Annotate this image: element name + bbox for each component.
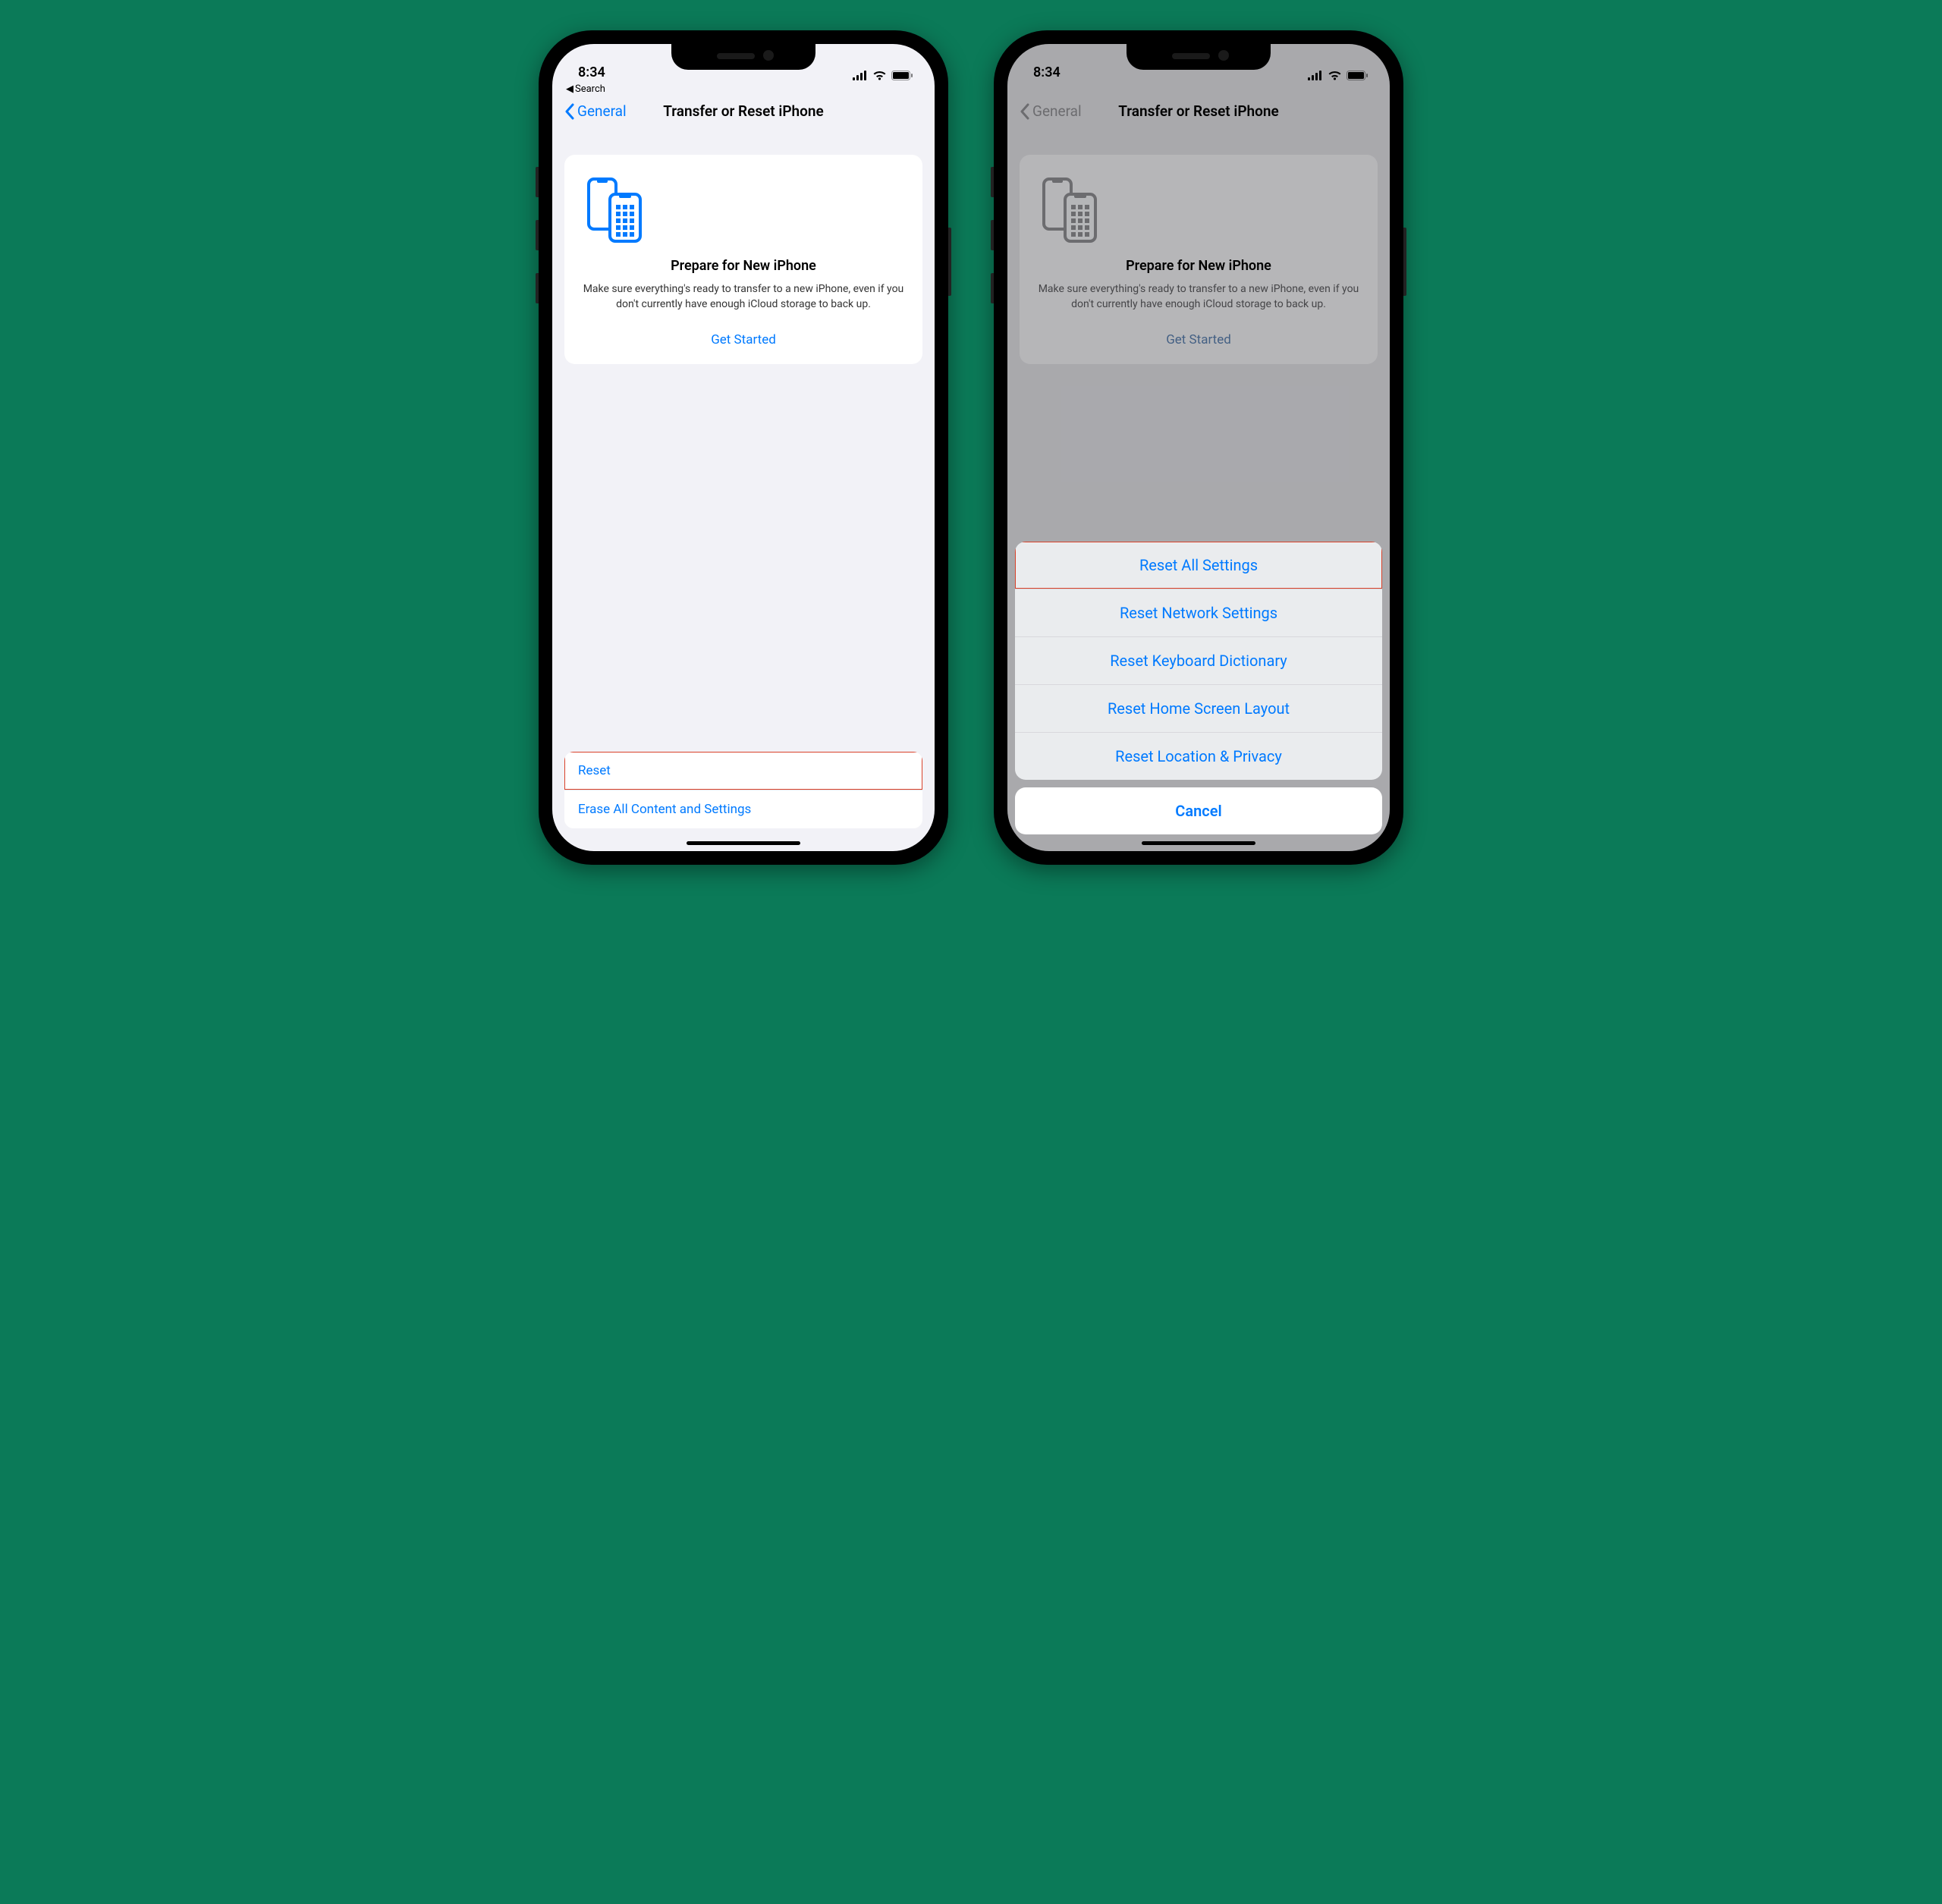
breadcrumb-label: Search	[575, 83, 605, 95]
sheet-reset-all-settings[interactable]: Reset All Settings	[1015, 542, 1382, 589]
nav-back-button[interactable]: General	[564, 102, 627, 120]
chevron-left-icon	[564, 103, 574, 120]
cellular-icon	[853, 71, 868, 80]
iphone-left: 8:34 ◀ Search General Transf	[539, 30, 948, 865]
erase-all-button[interactable]: Erase All Content and Settings	[564, 790, 922, 828]
card-title: Prepare for New iPhone	[581, 258, 906, 274]
sheet-reset-home-layout[interactable]: Reset Home Screen Layout	[1015, 684, 1382, 732]
battery-icon	[891, 71, 913, 80]
reset-options-list: Reset Erase All Content and Settings	[564, 752, 922, 828]
device-notch	[671, 44, 815, 70]
iphone-right: 8:34 ◀Search General Transfer or R	[994, 30, 1403, 865]
home-indicator[interactable]	[687, 841, 800, 845]
device-notch	[1127, 44, 1271, 70]
nav-bar: General Transfer or Reset iPhone	[552, 95, 935, 127]
sheet-cancel-button[interactable]: Cancel	[1015, 787, 1382, 834]
breadcrumb-back[interactable]: ◀ Search	[552, 82, 935, 95]
sheet-reset-location-privacy[interactable]: Reset Location & Privacy	[1015, 732, 1382, 780]
caret-left-icon: ◀	[566, 83, 573, 95]
reset-action-sheet: Reset All Settings Reset Network Setting…	[1015, 542, 1382, 834]
sheet-reset-network[interactable]: Reset Network Settings	[1015, 589, 1382, 636]
sheet-reset-keyboard[interactable]: Reset Keyboard Dictionary	[1015, 636, 1382, 684]
home-indicator[interactable]	[1142, 841, 1255, 845]
nav-back-label: General	[577, 102, 627, 120]
get-started-button[interactable]: Get Started	[581, 332, 906, 347]
reset-button[interactable]: Reset	[564, 752, 922, 790]
prepare-card: Prepare for New iPhone Make sure everyth…	[564, 155, 922, 364]
nav-title: Transfer or Reset iPhone	[663, 102, 823, 120]
card-desc: Make sure everything's ready to transfer…	[581, 281, 906, 313]
transfer-phones-icon	[581, 176, 906, 244]
wifi-icon	[872, 71, 887, 80]
status-time: 8:34	[578, 64, 605, 80]
